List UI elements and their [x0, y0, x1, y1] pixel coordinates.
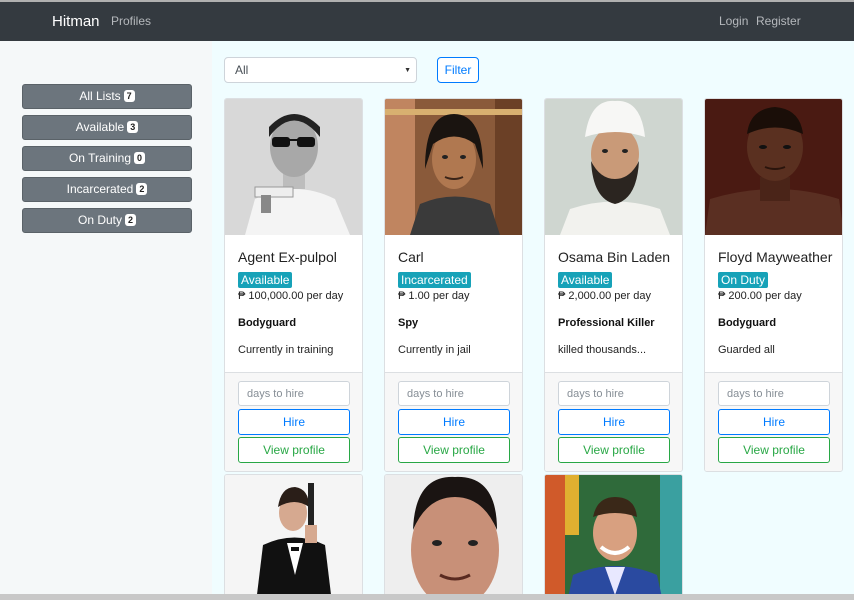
window-bottom-border	[0, 594, 854, 600]
filter-button[interactable]: Filter	[437, 57, 479, 83]
hitman-role: Professional Killer	[558, 317, 655, 329]
days-to-hire-input[interactable]	[238, 381, 350, 406]
count-badge: 2	[136, 183, 148, 195]
navbar: Hitman Profiles Login Register	[0, 0, 854, 41]
hitman-description: Currently in jail	[398, 344, 471, 356]
hire-button[interactable]: Hire	[558, 409, 670, 435]
hitman-price: ₱ 100,000.00 per day	[238, 290, 344, 302]
sidebar: All Lists 7 Available 3 On Training 0 Incar…	[0, 41, 212, 600]
nav-profiles-link[interactable]: Profiles	[111, 14, 151, 28]
hitman-name: Carl	[398, 249, 424, 265]
hitman-card: Osama Bin Laden Available ₱ 2,000.00 per…	[544, 98, 683, 472]
days-to-hire-input[interactable]	[398, 381, 510, 406]
hitman-photo[interactable]	[225, 99, 362, 235]
status-badge: Incarcerated	[398, 272, 471, 288]
card-footer: Hire View profile	[705, 372, 842, 471]
status-filter-select[interactable]: All ▼	[224, 57, 417, 83]
hitman-price: ₱ 200.00 per day	[718, 290, 802, 302]
hire-button[interactable]: Hire	[398, 409, 510, 435]
nav-register-link[interactable]: Register	[756, 14, 801, 28]
brand-logo[interactable]: Hitman	[52, 13, 100, 30]
view-profile-button[interactable]: View profile	[718, 437, 830, 463]
card-footer: Hire View profile	[545, 372, 682, 471]
sidebar-item-label: On Duty	[77, 213, 122, 227]
hitman-card: Agent Ex-pulpol Available ₱ 100,000.00 p…	[224, 98, 363, 472]
hitman-description: Currently in training	[238, 344, 334, 356]
hitman-photo[interactable]	[545, 99, 682, 235]
hitman-photo[interactable]	[385, 475, 522, 600]
hitman-name: Osama Bin Laden	[558, 249, 671, 265]
hitman-photo[interactable]	[545, 475, 682, 600]
count-badge: 0	[134, 152, 146, 164]
days-to-hire-input[interactable]	[718, 381, 830, 406]
hitman-role: Bodyguard	[718, 317, 777, 329]
sidebar-item-all-lists[interactable]: All Lists 7	[22, 84, 192, 109]
hitman-card: Carl Incarcerated ₱ 1.00 per day Spy Cur…	[384, 98, 523, 472]
sidebar-item-label: Incarcerated	[66, 182, 134, 196]
hire-button[interactable]: Hire	[238, 409, 350, 435]
sidebar-item-on-duty[interactable]: On Duty 2	[22, 208, 192, 233]
hitman-price: ₱ 2,000.00 per day	[558, 290, 651, 302]
hitman-name: Floyd Mayweather	[718, 249, 833, 265]
hitman-description: Guarded all	[718, 344, 775, 356]
sidebar-item-label: All Lists	[79, 89, 121, 103]
hitman-description: killed thousands...	[558, 344, 647, 356]
sidebar-item-available[interactable]: Available 3	[22, 115, 192, 140]
sidebar-item-incarcerated[interactable]: Incarcerated 2	[22, 177, 192, 202]
nav-login-link[interactable]: Login	[719, 14, 748, 28]
hitman-role: Bodyguard	[238, 317, 297, 329]
hitman-card	[224, 474, 363, 600]
chevron-down-icon: ▼	[404, 67, 411, 74]
hitman-photo[interactable]	[705, 99, 842, 235]
count-badge: 2	[125, 214, 137, 226]
days-to-hire-input[interactable]	[558, 381, 670, 406]
hitman-price: ₱ 1.00 per day	[398, 290, 470, 302]
hitman-photo[interactable]	[225, 475, 362, 600]
sidebar-item-label: Available	[75, 120, 125, 134]
hitman-card: Floyd Mayweather On Duty ₱ 200.00 per da…	[704, 98, 843, 472]
hitman-role: Spy	[398, 317, 419, 329]
sidebar-item-label: On Training	[68, 151, 132, 165]
card-footer: Hire View profile	[225, 372, 362, 471]
count-badge: 7	[123, 90, 135, 102]
status-badge: On Duty	[718, 272, 769, 288]
view-profile-button[interactable]: View profile	[558, 437, 670, 463]
hitman-card	[384, 474, 523, 600]
status-badge: Available	[238, 272, 293, 288]
hitman-name: Agent Ex-pulpol	[238, 249, 337, 265]
view-profile-button[interactable]: View profile	[238, 437, 350, 463]
status-filter-value: All	[235, 63, 249, 77]
hire-button[interactable]: Hire	[718, 409, 830, 435]
sidebar-item-on-training[interactable]: On Training 0	[22, 146, 192, 171]
count-badge: 3	[127, 121, 139, 133]
status-badge: Available	[558, 272, 613, 288]
hitman-photo[interactable]	[385, 99, 522, 235]
card-footer: Hire View profile	[385, 372, 522, 471]
view-profile-button[interactable]: View profile	[398, 437, 510, 463]
hitman-card	[544, 474, 683, 600]
